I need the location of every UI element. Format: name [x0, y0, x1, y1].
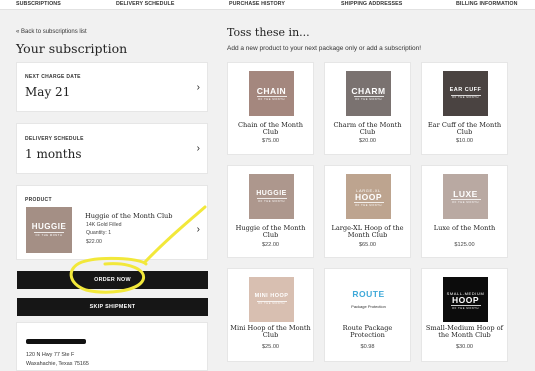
product-card-name: Large-XL Hoop of the Month Club	[331, 224, 404, 240]
product-thumbnail: SMALL-MEDIUM HOOP OF THE MONTH	[443, 277, 488, 322]
product-thumb-sub: OF THE MONTH	[452, 306, 479, 310]
thumb-divider	[450, 305, 481, 306]
product-card-item[interactable]: SMALL-MEDIUM HOOP OF THE MONTH Small-Medium…	[421, 268, 508, 362]
product-card-name: Huggie of the Month Club	[235, 224, 306, 240]
shipping-address-card[interactable]: 120 N Hwy 77 Ste F Waxahachie, Texas 751…	[16, 322, 208, 371]
product-card-name: Ear Cuff of the Month Club	[427, 121, 502, 137]
product-thumb-sub: OF THE MONTH	[452, 96, 479, 99]
product-card-price: $75.00	[261, 138, 280, 144]
thumb-divider	[34, 232, 64, 233]
product-card-price: $20.00	[358, 138, 377, 144]
product-card-name: Mini Hoop of the Month Club	[230, 324, 311, 340]
address-line-1: 120 N Hwy 77 Ste F	[26, 352, 75, 358]
thumb-divider	[256, 198, 287, 199]
product-card-name: Charm of the Month Club	[333, 121, 402, 137]
product-thumb-title: CHAIN	[256, 85, 287, 96]
product-card-price: $10.00	[455, 138, 474, 144]
back-link[interactable]: « Back to subscriptions list	[16, 29, 87, 35]
product-card-item[interactable]: CHAIN OF THE MONTH Chain of the Month Club…	[227, 62, 314, 155]
product-card-name: Luxe of the Month	[433, 224, 496, 232]
product-thumb-title: EAR CUFF	[449, 87, 482, 93]
product-thumb-title: HUGGIE	[31, 222, 67, 232]
next-charge-card[interactable]: NEXT CHARGE DATE May 21 ›	[16, 62, 208, 112]
product-card-name: Small-Medium Hoop of the Month Club	[425, 324, 504, 340]
product-card-item[interactable]: HUGGIE OF THE MONTH Huggie of the Month Cl…	[227, 165, 314, 258]
product-thumbnail: CHAIN OF THE MONTH	[249, 71, 294, 116]
chevron-right-icon: ›	[196, 82, 200, 93]
product-thumb-sub: OF THE MONTH	[355, 97, 382, 101]
nav-subscriptions[interactable]: SUBSCRIPTIONS	[16, 1, 61, 7]
product-card-name: Route Package Protection	[342, 324, 393, 340]
product-price: $22.00	[86, 239, 102, 245]
product-thumbnail: LARGE-XL HOOP OF THE MONTH	[346, 174, 391, 219]
thumb-divider	[256, 300, 287, 301]
nav-delivery-schedule[interactable]: DELIVERY SCHEDULE	[116, 1, 175, 7]
product-thumbnail: EAR CUFF OF THE MONTH	[443, 71, 488, 116]
product-thumbnail: HUGGIE OF THE MONTH	[249, 174, 294, 219]
toss-subtitle: Add a new product to your next package o…	[227, 45, 422, 52]
product-thumb-title: LUXE	[453, 188, 478, 199]
product-card-price: $125.00	[454, 242, 475, 248]
nav-shipping-addresses[interactable]: SHIPPING ADDRESSES	[341, 1, 402, 7]
product-thumbnail: ROUTE Package Protection	[346, 277, 391, 322]
product-thumb-sub: OF THE MONTH	[35, 233, 63, 237]
page-title: Your subscription	[16, 41, 128, 56]
product-label: PRODUCT	[25, 197, 52, 203]
product-thumb-title: HUGGIE	[256, 190, 287, 198]
redacted-name	[26, 339, 86, 344]
product-thumb-title: HOOP	[354, 191, 383, 202]
thumb-divider	[450, 199, 481, 200]
product-card-item[interactable]: EAR CUFF OF THE MONTH Ear Cuff of the Mont…	[421, 62, 508, 155]
chevron-right-icon: ›	[196, 143, 200, 154]
double-chevron-left-icon: «	[16, 29, 20, 35]
product-card-price: $65.00	[358, 242, 377, 248]
product-thumb-title: HOOP	[451, 294, 480, 305]
product-thumb-sub: OF THE MONTH	[355, 203, 382, 207]
address-line-2: Waxahachie, Texas 75165	[26, 361, 89, 367]
chevron-right-icon: ›	[196, 224, 200, 235]
product-card-item[interactable]: CHARM OF THE MONTH Charm of the Month Club…	[324, 62, 411, 155]
thumb-divider	[353, 96, 384, 97]
product-thumbnail: MINI HOOP OF THE MONTH	[249, 277, 294, 322]
delivery-schedule-value: 1 months	[25, 147, 82, 161]
product-card-name: Chain of the Month Club	[238, 121, 303, 137]
product-thumb-sub: OF THE MONTH	[452, 200, 479, 204]
top-nav: SUBSCRIPTIONS DELIVERY SCHEDULE PURCHASE…	[0, 0, 535, 10]
product-card-item[interactable]: LUXE OF THE MONTH Luxe of the Month $125.00	[421, 165, 508, 258]
product-card-price: $25.00	[261, 344, 280, 350]
nav-billing-information[interactable]: BILLING INFORMATION	[456, 1, 518, 7]
skip-shipment-button[interactable]: SKIP SHIPMENT	[17, 298, 208, 316]
product-thumbnail: HUGGIE OF THE MONTH	[26, 207, 72, 253]
toss-title: Toss these in...	[227, 26, 310, 39]
order-now-button[interactable]: ORDER NOW	[17, 271, 208, 289]
delivery-schedule-card[interactable]: DELIVERY SCHEDULE 1 months ›	[16, 123, 208, 174]
thumb-divider	[256, 96, 287, 97]
product-name: Huggie of the Month Club	[85, 212, 173, 220]
delivery-schedule-label: DELIVERY SCHEDULE	[25, 136, 84, 142]
product-variant: 14K Gold Filled	[86, 222, 122, 228]
product-thumb-sub: OF THE MONTH	[258, 199, 285, 203]
product-card-price: $22.00	[261, 242, 280, 248]
product-thumb-title: CHARM	[351, 85, 386, 96]
product-thumb-title: ROUTE	[352, 288, 385, 299]
product-card-item[interactable]: LARGE-XL HOOP OF THE MONTH Large-XL Hoop of…	[324, 165, 411, 258]
product-thumb-sub: OF THE MONTH	[258, 97, 285, 101]
next-charge-label: NEXT CHARGE DATE	[25, 74, 81, 80]
back-link-label: Back to subscriptions list	[21, 29, 87, 35]
product-card[interactable]: PRODUCT HUGGIE OF THE MONTH Huggie of th…	[16, 185, 208, 260]
product-card-price: $30.00	[455, 344, 474, 350]
next-charge-value: May 21	[25, 85, 71, 99]
product-card-price: $0.98	[360, 344, 375, 350]
thumb-divider	[353, 202, 384, 203]
nav-purchase-history[interactable]: PURCHASE HISTORY	[229, 1, 285, 7]
product-thumbnail: LUXE OF THE MONTH	[443, 174, 488, 219]
thumb-divider	[450, 94, 481, 95]
product-thumb-title: MINI HOOP	[254, 293, 289, 299]
product-card-item[interactable]: MINI HOOP OF THE MONTH Mini Hoop of the Mo…	[227, 268, 314, 362]
product-quantity: Quantity: 1	[86, 230, 112, 236]
product-card-item[interactable]: ROUTE Package Protection Route Package Pro…	[324, 268, 411, 362]
product-thumb-sub: Package Protection	[351, 304, 386, 310]
product-thumb-sub: OF THE MONTH	[258, 302, 285, 305]
product-thumbnail: CHARM OF THE MONTH	[346, 71, 391, 116]
